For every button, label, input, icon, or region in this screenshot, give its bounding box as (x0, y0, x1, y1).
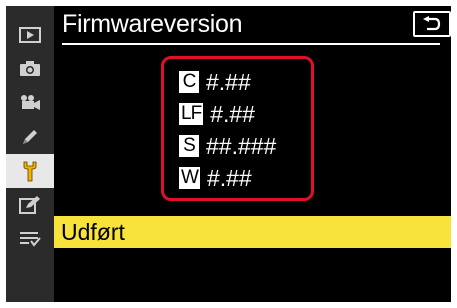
firmware-row-s: S ##.### (179, 133, 276, 159)
retouch-icon (19, 196, 40, 214)
wrench-icon (23, 161, 37, 182)
firmware-version-value: #.## (206, 69, 251, 95)
done-label: Udført (61, 219, 125, 245)
menu-header: Firmwareversion (54, 6, 451, 46)
firmware-row-c: C #.## (179, 69, 251, 95)
firmware-badge: LF (179, 103, 204, 125)
camera-menu-screen: Firmwareversion C #.## LF #.## S ##.### … (6, 6, 451, 302)
pencil-icon (23, 130, 37, 144)
firmware-row-w: W #.## (179, 165, 252, 191)
return-arrow-icon (423, 16, 441, 31)
firmware-badge: C (179, 71, 199, 93)
back-button[interactable] (413, 11, 451, 37)
firmware-row-lf: LF #.## (179, 101, 255, 127)
sidebar-item-movie-shooting[interactable] (6, 86, 54, 120)
firmware-badge: W (179, 167, 200, 189)
sidebar-item-photo-shooting[interactable] (6, 52, 54, 86)
done-button[interactable]: Udført (54, 216, 451, 248)
firmware-version-value: #.## (210, 101, 255, 127)
sidebar-item-retouch[interactable] (6, 188, 54, 222)
sidebar-item-my-menu[interactable] (6, 222, 54, 256)
sidebar-item-playback[interactable] (6, 18, 54, 52)
camera-icon (20, 61, 40, 76)
page-title: Firmwareversion (62, 10, 243, 38)
sidebar-item-setup[interactable] (6, 154, 54, 188)
sidebar-item-custom-settings[interactable] (6, 120, 54, 154)
playback-icon (19, 27, 41, 43)
firmware-version-value: ##.### (206, 133, 277, 159)
my-menu-icon (20, 232, 41, 247)
header-divider (62, 43, 440, 45)
menu-sidebar (6, 6, 54, 302)
firmware-version-value: #.## (206, 165, 252, 191)
firmware-badge: S (179, 135, 199, 157)
movie-camera-icon (21, 95, 40, 110)
